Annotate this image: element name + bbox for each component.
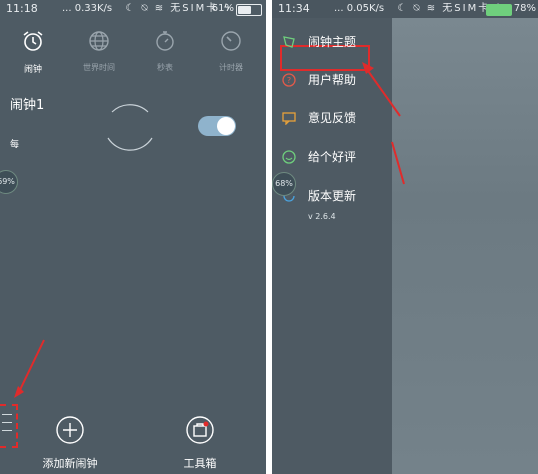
status-time: 11:34 [278, 2, 310, 15]
toggle-knob [217, 117, 235, 135]
theme-icon [283, 36, 295, 48]
status-time: 11:18 [6, 2, 38, 15]
toolbox-icon [186, 416, 214, 444]
menu-item-label: 意见反馈 [308, 111, 357, 125]
help-icon: ? [282, 73, 296, 87]
annotation-arrow [391, 141, 405, 185]
add-alarm-label: 添加新闹钟 [42, 457, 98, 470]
stopwatch-icon [156, 31, 174, 51]
annotation-arrow [14, 339, 45, 398]
tab-bar: 闹钟 世界时间 秒表 计时器 [0, 30, 266, 75]
alarm-repeat: 每 [10, 140, 20, 150]
alarm-clock-icon [23, 31, 43, 51]
plus-circle-icon [56, 416, 84, 444]
menu-item-label: 给个好评 [308, 150, 357, 164]
menu-item-label: 闹钟主题 [308, 35, 357, 49]
alarm-toggle[interactable] [198, 116, 236, 136]
alarm-title[interactable]: 闹钟1 [10, 94, 44, 113]
battery-icon [486, 4, 512, 16]
menu-button[interactable] [0, 400, 16, 446]
tab-timer[interactable]: 计时器 [198, 30, 264, 73]
tab-world-time[interactable]: 世界时间 [66, 30, 132, 73]
annotation-arrow [362, 62, 401, 117]
alarm-screen: 11:18 ... 0.33K/s ☾ ⍉ ≋ 无SIM卡 ϟ 61% 闹钟 世… [0, 0, 266, 474]
carrier-label: 无SIM卡 [442, 3, 491, 14]
status-bar: 11:34 ... 0.05K/s ☾ ⍉ ≋ 无SIM卡 ϟ 78% [272, 0, 538, 18]
battery-percent: 61% [211, 3, 234, 14]
battery-icon [236, 4, 262, 16]
tab-timer-label: 计时器 [219, 63, 243, 72]
floating-ball[interactable]: 68% [272, 172, 296, 196]
tab-stopwatch-label: 秒表 [157, 63, 173, 72]
tab-world-time-label: 世界时间 [83, 63, 115, 72]
timer-icon [221, 31, 241, 51]
blurred-background [392, 18, 538, 474]
status-bar: 11:18 ... 0.33K/s ☾ ⍉ ≋ 无SIM卡 ϟ 61% [0, 0, 266, 18]
feedback-icon [282, 112, 296, 125]
version-label: v 2.6.4 [308, 212, 336, 221]
tab-alarm-label: 闹钟 [23, 65, 42, 75]
smile-icon [282, 150, 296, 164]
tab-stopwatch[interactable]: 秒表 [132, 30, 198, 73]
toolbox-button[interactable]: 工具箱 [170, 416, 230, 471]
battery-percent: 78% [513, 3, 536, 14]
add-alarm-button[interactable]: 添加新闹钟 [40, 416, 100, 471]
menu-item-label: 版本更新 [308, 189, 357, 203]
tab-alarm[interactable]: 闹钟 [0, 30, 66, 75]
network-speed: ... 0.05K/s [334, 3, 385, 14]
floating-ball[interactable]: 69% [0, 170, 18, 194]
toolbox-label: 工具箱 [183, 457, 217, 470]
svg-text:?: ? [287, 76, 291, 85]
clock-dial-icon [107, 104, 153, 151]
menu-item-label: 用户帮助 [308, 73, 357, 87]
drawer-screen: 11:34 ... 0.05K/s ☾ ⍉ ≋ 无SIM卡 ϟ 78% 闹钟主题… [272, 0, 538, 474]
network-speed: ... 0.33K/s [62, 3, 113, 14]
globe-icon [89, 31, 109, 51]
